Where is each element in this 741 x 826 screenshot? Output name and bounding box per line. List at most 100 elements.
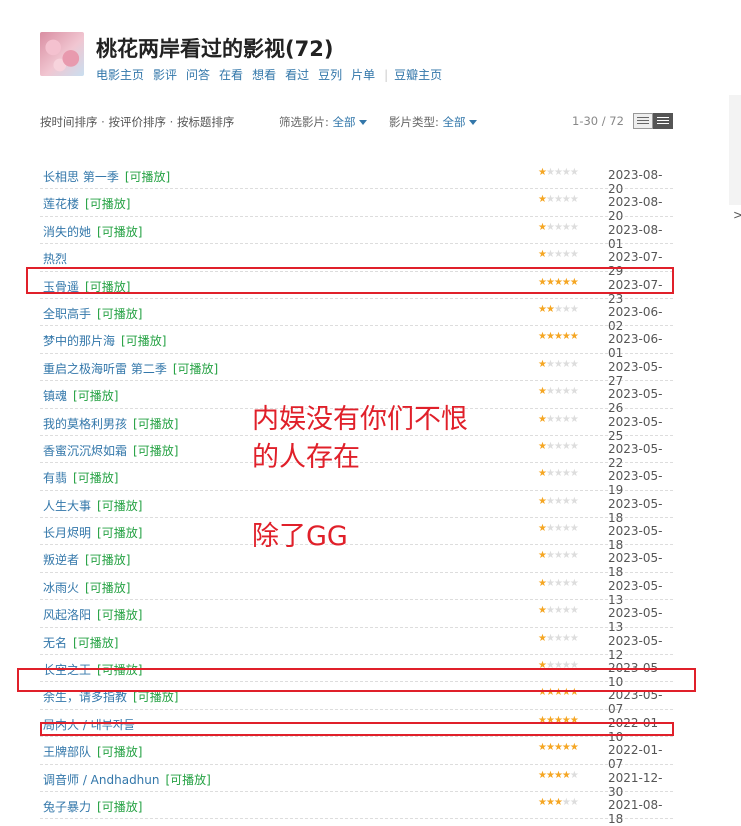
playable-tag[interactable]: [可播放]	[97, 800, 142, 814]
movie-title-link[interactable]: 叛逆者	[43, 553, 79, 567]
sort-options: 按时间排序 · 按评价排序 · 按标题排序	[40, 114, 234, 130]
nav-link[interactable]: 在看	[219, 68, 243, 82]
user-avatar[interactable]	[40, 32, 84, 76]
star-icon: ★	[569, 577, 579, 589]
playable-tag[interactable]: [可播放]	[133, 417, 178, 431]
playable-tag[interactable]: [可播放]	[173, 362, 218, 376]
movie-title-link[interactable]: 风起洛阳	[43, 608, 91, 622]
nav-link[interactable]: 豆瓣主页	[394, 68, 442, 82]
list-item: 叛逆者 [可播放] ★★★★★ 2023-05-18	[40, 545, 673, 579]
rating-stars: ★★★★★	[538, 331, 579, 343]
item-title-cell: 梦中的那片海 [可播放]	[43, 332, 166, 349]
playable-tag[interactable]: [可播放]	[97, 526, 142, 540]
film-filter-dropdown[interactable]: 全部	[333, 115, 367, 129]
movie-title-link[interactable]: 王牌部队	[43, 745, 91, 759]
movie-title-link[interactable]: 长月烬明	[43, 526, 91, 540]
movie-title-link[interactable]: 有翡	[43, 471, 67, 485]
rating-stars: ★★★★★	[538, 632, 579, 644]
star-icon: ★	[545, 468, 555, 480]
star-icon: ★	[545, 331, 555, 343]
star-icon: ★	[553, 167, 563, 178]
type-filter-dropdown[interactable]: 全部	[443, 115, 477, 129]
item-title-cell: 有翡 [可播放]	[43, 469, 118, 486]
star-icon: ★	[538, 632, 547, 644]
playable-tag[interactable]: [可播放]	[85, 553, 130, 567]
playable-tag[interactable]: [可播放]	[73, 389, 118, 403]
playable-tag[interactable]: [可播放]	[97, 307, 142, 321]
list-item: 冰雨火 [可播放] ★★★★★ 2023-05-13	[40, 573, 673, 607]
star-icon: ★	[561, 331, 571, 343]
sort-by-time[interactable]: 按时间排序	[40, 115, 98, 129]
movie-title-link[interactable]: 重启之极海听雷 第二季	[43, 362, 167, 376]
item-title-cell: 叛逆者 [可播放]	[43, 551, 130, 568]
highlight-box	[26, 267, 674, 294]
playable-tag[interactable]: [可播放]	[97, 499, 142, 513]
grid-view-icon[interactable]	[633, 113, 653, 129]
playable-tag[interactable]: [可播放]	[97, 608, 142, 622]
nav-link[interactable]: 豆列	[318, 68, 342, 82]
playable-tag[interactable]: [可播放]	[85, 581, 130, 595]
star-icon: ★	[538, 249, 547, 261]
playable-tag[interactable]: [可播放]	[97, 225, 142, 239]
rating-stars: ★★★★★	[538, 440, 579, 452]
item-title-cell: 热烈	[43, 250, 67, 267]
rating-stars: ★★★★★	[538, 222, 579, 233]
star-icon: ★	[553, 440, 563, 452]
nav-separator: |	[384, 68, 389, 82]
nav-link[interactable]: 片单	[351, 68, 375, 82]
nav-link[interactable]: 影评	[153, 68, 177, 82]
movie-title-link[interactable]: 余生，请多指教	[43, 690, 127, 704]
item-title-cell: 人生大事 [可播放]	[43, 497, 142, 514]
nav-link[interactable]: 看过	[285, 68, 309, 82]
star-icon: ★	[561, 440, 571, 452]
movie-title-link[interactable]: 兔子暴力	[43, 800, 91, 814]
movie-title-link[interactable]: 热烈	[43, 252, 67, 266]
item-title-cell: 消失的她 [可播放]	[43, 223, 142, 240]
movie-title-link[interactable]: 镇魂	[43, 389, 67, 403]
star-icon: ★	[569, 249, 579, 261]
movie-title-link[interactable]: 香蜜沉沉烬如霜	[43, 444, 127, 458]
star-icon: ★	[545, 495, 555, 507]
movie-title-link[interactable]: 长相思 第一季	[43, 170, 119, 184]
playable-tag[interactable]: [可播放]	[125, 170, 170, 184]
movie-title-link[interactable]: 莲花楼	[43, 197, 79, 211]
chevron-right-icon[interactable]: >	[733, 208, 741, 222]
playable-tag[interactable]: [可播放]	[121, 334, 166, 348]
nav-link[interactable]: 电影主页	[96, 68, 144, 82]
movie-title-link[interactable]: 梦中的那片海	[43, 334, 115, 348]
star-icon: ★	[538, 605, 547, 617]
star-icon: ★	[561, 742, 571, 754]
rating-stars: ★★★★★	[538, 194, 579, 205]
playable-tag[interactable]: [可播放]	[166, 773, 211, 787]
playable-tag[interactable]: [可播放]	[73, 471, 118, 485]
sort-by-title[interactable]: 按标题排序	[177, 115, 235, 129]
type-filter: 影片类型: 全部	[389, 114, 477, 130]
movie-title-link[interactable]: 我的莫格利男孩	[43, 417, 127, 431]
playable-tag[interactable]: [可播放]	[73, 636, 118, 650]
movie-title-link[interactable]: 人生大事	[43, 499, 91, 513]
movie-title-link[interactable]: 无名	[43, 636, 67, 650]
star-icon: ★	[553, 468, 563, 480]
star-icon: ★	[561, 577, 571, 589]
nav-link[interactable]: 想看	[252, 68, 276, 82]
playable-tag[interactable]: [可播放]	[133, 690, 178, 704]
star-icon: ★	[545, 358, 555, 370]
movie-title-link[interactable]: 消失的她	[43, 225, 91, 239]
playable-tag[interactable]: [可播放]	[133, 444, 178, 458]
nav-link[interactable]: 问答	[186, 68, 210, 82]
star-icon: ★	[553, 769, 563, 781]
item-title-cell: 镇魂 [可播放]	[43, 387, 118, 404]
movie-title-link[interactable]: 全职高手	[43, 307, 91, 321]
type-filter-value: 全部	[442, 115, 466, 129]
movie-title-link[interactable]: 冰雨火	[43, 581, 79, 595]
star-icon: ★	[545, 550, 555, 562]
star-icon: ★	[561, 605, 571, 617]
star-icon: ★	[569, 523, 579, 535]
movie-title-link[interactable]: 调音师 / Andhadhun	[43, 773, 160, 787]
star-icon: ★	[545, 742, 555, 754]
sort-by-rating[interactable]: 按评价排序	[108, 115, 166, 129]
list-view-icon[interactable]	[653, 113, 673, 129]
playable-tag[interactable]: [可播放]	[97, 745, 142, 759]
list-item: 梦中的那片海 [可播放] ★★★★★ 2023-06-01	[40, 326, 673, 360]
playable-tag[interactable]: [可播放]	[85, 197, 130, 211]
